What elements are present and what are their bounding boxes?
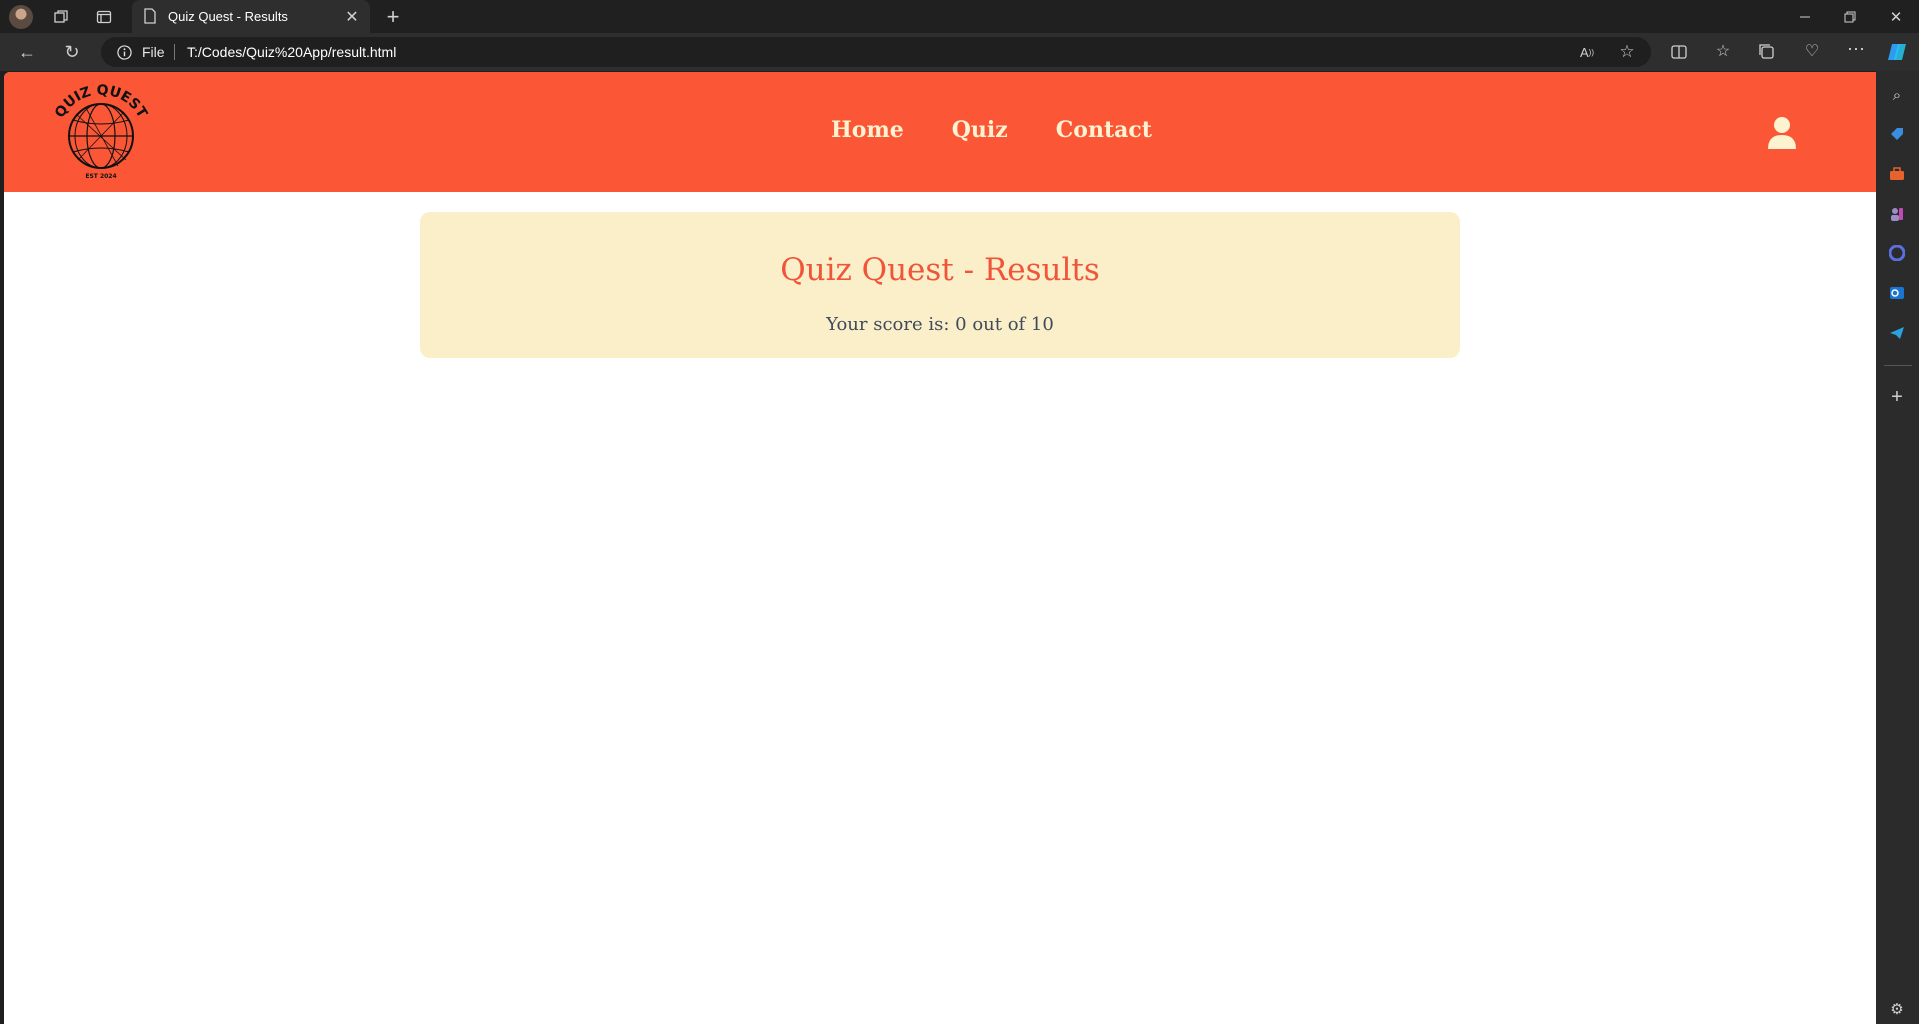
tab-actions-icon[interactable]	[95, 8, 113, 26]
shopping-icon[interactable]	[1887, 124, 1907, 144]
browser-toolbar: ← ↻ File T:/Codes/Quiz%20App/result.html…	[0, 33, 1919, 71]
tab-quiz-results[interactable]: Quiz Quest - Results ✕	[132, 0, 370, 33]
minimize-icon[interactable]	[1796, 8, 1814, 26]
refresh-icon[interactable]: ↻	[61, 42, 83, 62]
svg-text:EST 2024: EST 2024	[85, 173, 116, 180]
address-scheme: File	[142, 44, 165, 60]
copilot-icon[interactable]	[1885, 40, 1909, 64]
score-text: Your score is: 0 out of 10	[826, 314, 1054, 335]
close-tab-icon[interactable]: ✕	[344, 9, 360, 26]
browser-titlebar: Quiz Quest - Results ✕ + ✕	[0, 0, 1919, 33]
svg-text:QUIZ QUEST: QUIZ QUEST	[52, 83, 150, 122]
main-nav: Home Quiz Contact	[831, 117, 1200, 143]
nav-quiz-link[interactable]: Quiz	[952, 117, 1008, 143]
more-options-icon[interactable]: ⋯	[1847, 39, 1865, 59]
favorites-icon[interactable]: ☆	[1714, 42, 1732, 60]
results-title: Quiz Quest - Results	[780, 252, 1100, 288]
nav-home-link[interactable]: Home	[831, 117, 904, 143]
collections-icon[interactable]	[1758, 43, 1776, 61]
restore-icon[interactable]	[1841, 8, 1859, 26]
read-aloud-icon[interactable]: A))	[1578, 43, 1596, 61]
address-bar[interactable]: File T:/Codes/Quiz%20App/result.html A))…	[101, 37, 1651, 67]
results-card: Quiz Quest - Results Your score is: 0 ou…	[420, 212, 1460, 358]
site-header: QUIZ QUEST EST 2024 Home Quiz Contact	[4, 72, 1876, 192]
sidebar-divider	[1884, 365, 1912, 366]
quiz-quest-logo[interactable]: QUIZ QUEST EST 2024	[46, 80, 156, 182]
address-url[interactable]: T:/Codes/Quiz%20App/result.html	[187, 44, 396, 60]
split-screen-icon[interactable]	[1670, 43, 1688, 61]
favorite-star-icon[interactable]: ☆	[1618, 42, 1636, 61]
new-tab-icon[interactable]: +	[382, 4, 404, 29]
browser-essentials-icon[interactable]: ♡	[1803, 42, 1821, 60]
back-icon[interactable]: ←	[16, 42, 38, 62]
tools-icon[interactable]	[1887, 164, 1907, 184]
search-icon[interactable]: ⌕	[1887, 85, 1907, 105]
nav-contact-link[interactable]: Contact	[1056, 117, 1152, 143]
user-profile-icon[interactable]	[1766, 116, 1798, 150]
add-sidebar-app-icon[interactable]: +	[1887, 386, 1907, 408]
workspaces-icon[interactable]	[52, 8, 70, 26]
info-icon[interactable]	[116, 44, 132, 60]
games-icon[interactable]	[1887, 204, 1907, 224]
outlook-icon[interactable]	[1887, 283, 1907, 303]
tab-title: Quiz Quest - Results	[168, 9, 288, 24]
telegram-icon[interactable]	[1887, 323, 1907, 343]
microsoft-365-icon[interactable]	[1887, 243, 1907, 263]
close-window-icon[interactable]: ✕	[1887, 8, 1905, 26]
profile-avatar[interactable]	[9, 5, 33, 29]
page-viewport: QUIZ QUEST EST 2024 Home Quiz Contact Qu…	[4, 72, 1876, 1024]
browser-sidebar: ⌕ + ⚙	[1876, 71, 1919, 1024]
address-separator	[174, 44, 175, 60]
sidebar-settings-icon[interactable]: ⚙	[1887, 999, 1907, 1019]
page-icon	[142, 8, 158, 24]
